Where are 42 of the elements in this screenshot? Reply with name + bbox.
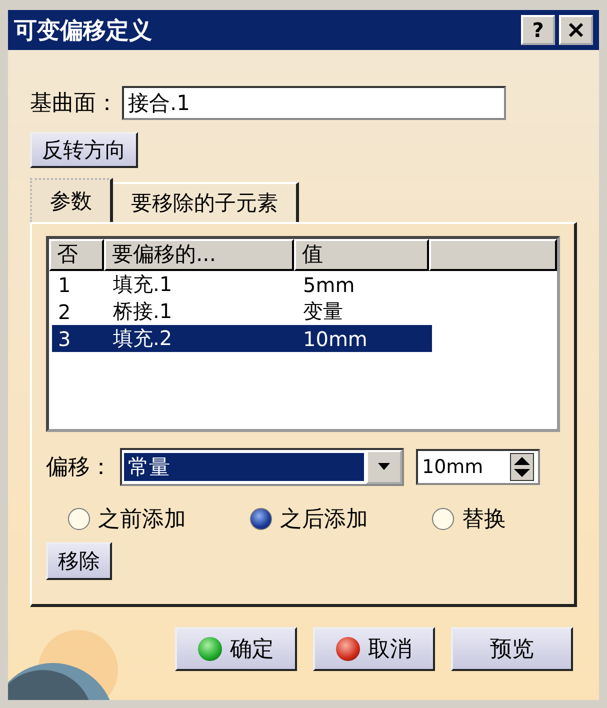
radio-label: 之后添加 <box>280 506 368 534</box>
table-cell-text: 10mm <box>302 326 368 350</box>
column-header[interactable]: 值 <box>294 239 429 271</box>
reverse-direction-button[interactable]: 反转方向 <box>30 132 138 168</box>
table-row[interactable]: 3 填充.2 10mm <box>52 325 432 352</box>
spin-arrows-icon[interactable] <box>510 453 534 481</box>
base-surface-label: 基曲面： <box>30 90 118 118</box>
offset-dropdown[interactable]: 常量 <box>120 448 404 486</box>
table-cell-text: 1 <box>57 272 72 296</box>
column-header[interactable]: 否 <box>49 239 104 271</box>
table-cell-text: 变量 <box>302 298 344 325</box>
radio-button[interactable] <box>250 508 272 530</box>
tab[interactable]: 要移除的子元素 <box>113 182 299 222</box>
offset-label: 偏移： <box>46 454 112 482</box>
column-header[interactable] <box>429 239 557 271</box>
radio-button[interactable] <box>432 508 454 530</box>
table-cell-text: 5mm <box>302 272 356 296</box>
remove-button[interactable]: 移除 <box>46 542 112 580</box>
window-title: 可变偏移定义 <box>14 16 152 46</box>
dialog-button[interactable]: 取消 <box>313 626 435 670</box>
table-row[interactable]: 1 填充.1 5mm <box>52 271 432 298</box>
radio-label: 替换 <box>462 506 506 534</box>
confirm-ball-icon <box>198 636 222 660</box>
dialog-button[interactable]: 预览 <box>451 626 573 670</box>
dialog-button[interactable]: 确定 <box>175 626 297 670</box>
table-cell-text: 2 <box>57 300 72 324</box>
table-cell-text: 3 <box>57 326 72 350</box>
table-cell-text: 填充.2 <box>112 325 174 352</box>
caret-icon <box>377 463 391 471</box>
table-cell-text: 填充.1 <box>112 271 174 298</box>
help-button[interactable]: ? <box>521 15 555 45</box>
table-row[interactable]: 2 桥接.1 变量 <box>52 298 432 325</box>
close-icon <box>567 21 585 39</box>
offset-value-field[interactable]: 10mm <box>416 449 540 485</box>
radio-label: 之前添加 <box>98 506 186 534</box>
close-button[interactable] <box>559 15 593 45</box>
radio-button[interactable] <box>68 508 90 530</box>
base-surface-field[interactable]: 接合.1 <box>122 86 506 120</box>
tab[interactable]: 参数 <box>30 178 113 222</box>
cancel-ball-icon <box>336 636 360 660</box>
column-header[interactable]: 要偏移的... <box>104 239 294 271</box>
table-cell-text: 桥接.1 <box>112 298 174 325</box>
